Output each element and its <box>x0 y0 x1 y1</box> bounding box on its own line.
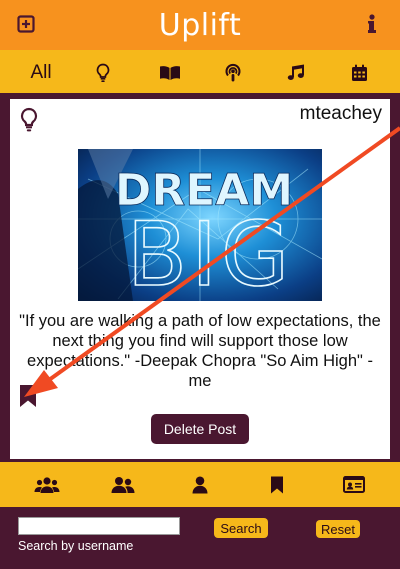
nav-following[interactable] <box>98 462 148 507</box>
post-quote: "If you are walking a path of low expect… <box>19 312 381 390</box>
reset-button[interactable]: Reset <box>316 520 360 538</box>
calendar-icon <box>351 64 367 81</box>
lightbulb-icon <box>96 63 110 82</box>
music-icon <box>287 64 304 80</box>
search-label: Search by username <box>18 539 134 553</box>
nav-profile[interactable] <box>175 462 225 507</box>
filter-all-label: All <box>30 62 52 83</box>
nav-bookmarks[interactable] <box>252 462 302 507</box>
user-friends-icon <box>111 476 135 493</box>
post-username[interactable]: mteachey <box>300 103 382 125</box>
book-icon <box>160 66 180 80</box>
image-word-big: BIG <box>127 203 294 301</box>
users-icon <box>34 476 60 493</box>
info-button[interactable] <box>360 12 384 36</box>
filter-ideas[interactable] <box>88 50 118 96</box>
post-category <box>20 107 38 138</box>
nav-id-card[interactable] <box>329 462 379 507</box>
bookmark-icon <box>20 385 36 407</box>
category-filter-bar: All <box>0 50 400 96</box>
filter-events[interactable] <box>344 50 374 96</box>
search-username-input[interactable] <box>18 517 180 535</box>
nav-community[interactable] <box>22 462 72 507</box>
add-post-button[interactable] <box>14 12 38 36</box>
filter-all[interactable]: All <box>20 50 62 96</box>
filter-books[interactable] <box>155 50 185 96</box>
filter-podcasts[interactable] <box>218 50 248 96</box>
app-title: Uplift <box>158 7 242 43</box>
bottom-nav-bar <box>0 462 400 507</box>
lightbulb-icon <box>20 107 38 132</box>
search-footer: Search by username Search Reset <box>0 507 400 569</box>
post-card: mteachey DREAM BIG "If you are walking a… <box>10 99 390 459</box>
plus-square-icon <box>17 15 35 33</box>
user-icon <box>192 476 208 493</box>
post-image: DREAM BIG <box>78 149 322 301</box>
search-button[interactable]: Search <box>214 518 268 538</box>
podcast-icon <box>225 63 241 82</box>
delete-post-button[interactable]: Delete Post <box>151 414 249 444</box>
id-card-icon <box>343 476 365 493</box>
filter-music[interactable] <box>281 50 311 96</box>
info-icon <box>368 14 376 33</box>
bookmark-post-button[interactable] <box>18 384 38 413</box>
app-header: Uplift <box>0 0 400 50</box>
bookmark-icon <box>271 476 283 493</box>
